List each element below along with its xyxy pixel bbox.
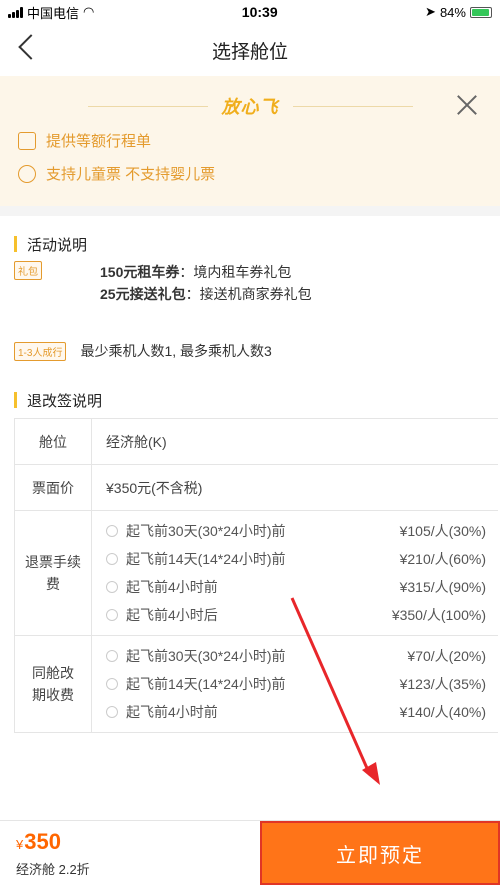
price-summary: ¥350 经济舱 2.2折 <box>0 821 260 885</box>
table-row: 舱位 经济舱(K) <box>14 419 498 465</box>
list-item: 起飞前4小时后 ¥350/人(100%) <box>106 601 486 629</box>
table-row: 同舱改期收费 起飞前30天(30*24小时)前 ¥70/人(20%) 起飞前14… <box>14 636 498 733</box>
row-label: 退票手续费 <box>14 511 92 635</box>
section-title: 退改签说明 <box>0 387 500 413</box>
list-item: 起飞前30天(30*24小时)前 ¥105/人(30%) <box>106 517 486 545</box>
feature-text: 提供等额行程单 <box>46 133 152 150</box>
page-title: 选择舱位 <box>211 41 288 63</box>
row-label: 票面价 <box>14 465 92 510</box>
battery-percent: 84% <box>439 4 466 20</box>
close-icon[interactable] <box>456 94 478 116</box>
fangxin-logo: 放心飞 <box>221 97 279 117</box>
total-price: ¥350 <box>16 829 61 854</box>
smile-icon <box>18 164 36 183</box>
gift-tag: 礼包 <box>14 261 42 280</box>
signal-icon <box>8 6 23 18</box>
row-value: 经济舱(K) <box>106 433 167 450</box>
refund-fee-list: 起飞前30天(30*24小时)前 ¥105/人(30%) 起飞前14天(14*2… <box>92 511 498 635</box>
clock-icon <box>106 678 118 690</box>
row-label: 同舱改期收费 <box>14 636 92 732</box>
activity-section: 活动说明 礼包 150元租车券：境内租车券礼包 25元接送礼包：接送机商家券礼包… <box>0 231 500 413</box>
clock-icon <box>106 609 118 621</box>
list-item: 起飞前14天(14*24小时)前 ¥210/人(60%) <box>106 545 486 573</box>
feature-item: 提供等额行程单 <box>0 124 500 157</box>
refund-table: 舱位 经济舱(K) 票面价 ¥350元(不含税) 退票手续费 起飞前30天(30… <box>14 418 498 733</box>
nav-bar: 选择舱位 <box>0 24 500 76</box>
location-icon: ➤ <box>425 4 436 19</box>
row-value: ¥350元(不含税) <box>106 479 203 496</box>
edit-icon <box>18 131 36 150</box>
table-row: 票面价 ¥350元(不含税) <box>14 465 498 511</box>
list-item: 起飞前4小时前 ¥315/人(90%) <box>106 573 486 601</box>
group-rule-text: 最少乘机人数1, 最多乘机人数3 <box>80 343 272 359</box>
divider <box>292 105 413 107</box>
assurance-banner: 放心飞 提供等额行程单 支持儿童票 不支持婴儿票 <box>0 76 500 216</box>
back-arrow-icon[interactable] <box>18 34 44 60</box>
divider <box>87 105 208 107</box>
list-item: 起飞前30天(30*24小时)前 ¥70/人(20%) <box>106 642 486 670</box>
wifi-icon: ◠ <box>83 4 95 19</box>
clock-icon <box>106 525 118 537</box>
row-label: 舱位 <box>14 419 92 464</box>
section-title: 活动说明 <box>0 231 500 257</box>
battery-icon <box>469 6 492 18</box>
clock-icon <box>106 650 118 662</box>
book-now-button[interactable]: 立即预定 <box>260 821 500 885</box>
list-item: 起飞前4小时前 ¥140/人(40%) <box>106 698 486 726</box>
feature-item: 支持儿童票 不支持婴儿票 <box>0 157 500 190</box>
clock-time: 10:39 <box>241 4 278 20</box>
clock-icon <box>106 553 118 565</box>
group-rule-row: 1-3人成行 最少乘机人数1, 最多乘机人数3 <box>0 341 500 361</box>
cabin-discount: 经济舱 2.2折 <box>16 862 90 877</box>
bottom-bar: ¥350 经济舱 2.2折 立即预定 <box>0 820 500 885</box>
table-row: 退票手续费 起飞前30天(30*24小时)前 ¥105/人(30%) 起飞前14… <box>14 511 498 636</box>
feature-text: 支持儿童票 不支持婴儿票 <box>46 166 216 183</box>
clock-icon <box>106 581 118 593</box>
carrier-label: 中国电信 <box>27 5 80 21</box>
status-bar: 中国电信 ◠ 10:39 ➤ 84% <box>0 0 500 24</box>
gift-row: 礼包 150元租车券：境内租车券礼包 25元接送礼包：接送机商家券礼包 <box>0 261 500 305</box>
clock-icon <box>106 706 118 718</box>
list-item: 起飞前14天(14*24小时)前 ¥123/人(35%) <box>106 670 486 698</box>
group-tag: 1-3人成行 <box>14 341 67 361</box>
change-fee-list: 起飞前30天(30*24小时)前 ¥70/人(20%) 起飞前14天(14*24… <box>92 636 498 732</box>
